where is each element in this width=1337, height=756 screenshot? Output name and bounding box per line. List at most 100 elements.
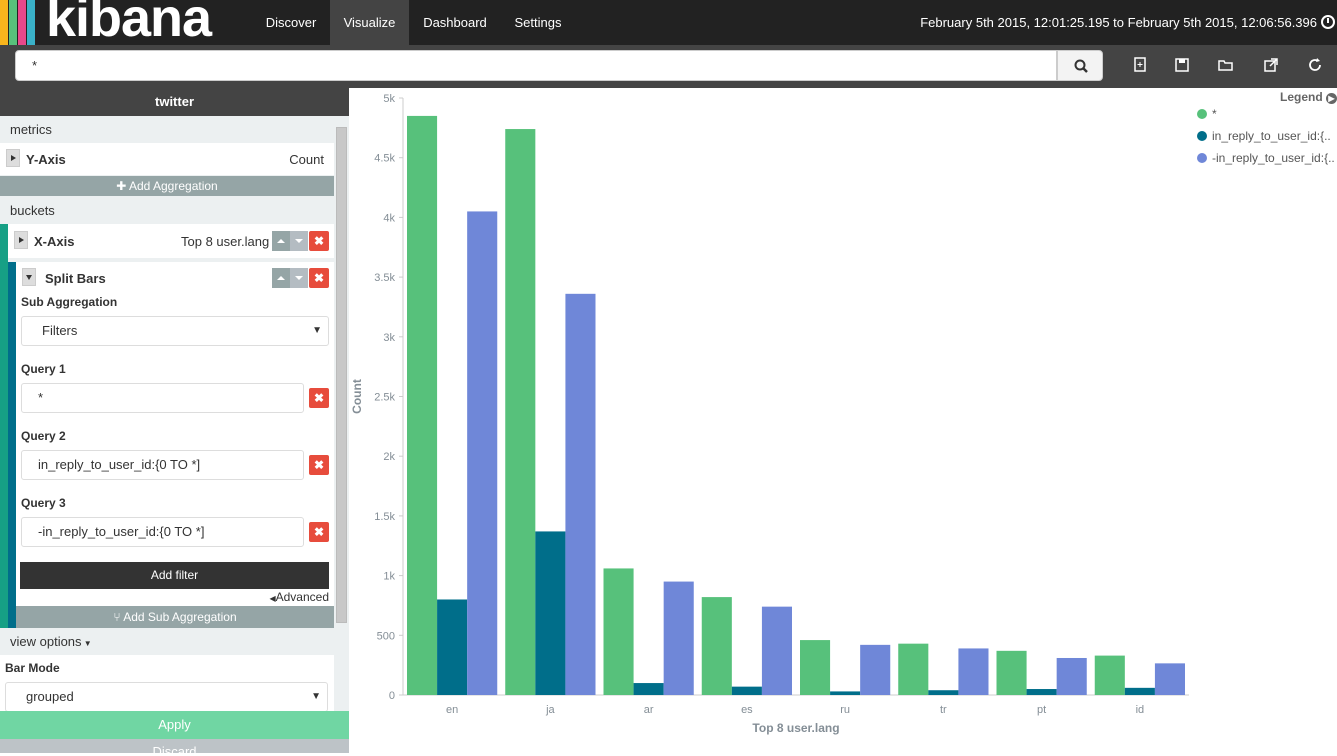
x-axis-title: Top 8 user.lang <box>752 721 839 735</box>
x-axis-row[interactable]: X-Axis Top 8 user.lang ✖ <box>8 224 334 258</box>
metrics-heading: metrics <box>10 122 52 137</box>
x-tick-label: es <box>741 704 753 716</box>
sidebar: twitter metrics Y-Axis Count ✚ Add Aggre… <box>0 88 349 753</box>
bar-mode-label: Bar Mode <box>5 661 60 675</box>
bar <box>1026 689 1057 695</box>
x-tick-label: id <box>1136 704 1145 716</box>
split-bars-panel: Split Bars ✖ Sub Aggregation Filters ▼ Q… <box>16 262 334 606</box>
bar <box>1154 663 1185 695</box>
move-up-button[interactable] <box>272 231 290 251</box>
query-3-label: Query 3 <box>21 496 66 510</box>
search-button[interactable] <box>1057 50 1103 81</box>
open-icon[interactable] <box>1217 56 1235 74</box>
time-range-picker[interactable]: February 5th 2015, 12:01:25.195 to Febru… <box>920 0 1317 45</box>
chevron-right-circle-icon: ▶ <box>1326 93 1337 104</box>
discard-button[interactable]: Discard <box>0 739 349 753</box>
y-tick-label: 5k <box>383 93 395 105</box>
y-tick-label: 1k <box>383 571 395 583</box>
move-up-button[interactable] <box>272 268 290 288</box>
bar <box>1094 655 1125 695</box>
bar <box>633 683 664 695</box>
nav-tab-dashboard[interactable]: Dashboard <box>409 0 501 45</box>
legend-toggle[interactable]: Legend ▶ <box>1280 90 1337 104</box>
kibana-logo-bars <box>0 0 44 45</box>
sidebar-scrollbar[interactable] <box>336 127 347 623</box>
add-sub-aggregation-button[interactable]: ⑂ Add Sub Aggregation <box>16 606 334 628</box>
view-options-toggle[interactable]: view options ▼ <box>10 634 92 649</box>
move-down-button[interactable] <box>290 268 308 288</box>
y-tick-label: 1.5k <box>374 511 395 523</box>
bar-mode-select[interactable]: grouped ▼ <box>5 682 328 712</box>
search-input[interactable]: * <box>15 50 1057 81</box>
y-tick-label: 3.5k <box>374 272 395 284</box>
bar <box>535 531 566 695</box>
kibana-logo[interactable]: kibana <box>46 0 212 49</box>
y-tick-label: 0 <box>389 690 395 702</box>
query-3-input[interactable]: -in_reply_to_user_id:{0 TO *] <box>21 517 304 547</box>
add-aggregation-button[interactable]: ✚ Add Aggregation <box>0 176 334 196</box>
y-tick-label: 4.5k <box>374 153 395 165</box>
legend-item[interactable]: in_reply_to_user_id:{.. <box>1197 129 1337 143</box>
bar <box>467 211 498 695</box>
bar <box>437 599 468 695</box>
x-tick-label: tr <box>940 704 947 716</box>
x-tick-label: ja <box>545 704 555 716</box>
sub-aggregation-select[interactable]: Filters ▼ <box>21 316 329 346</box>
bar <box>830 691 861 695</box>
remove-x-axis-button[interactable]: ✖ <box>309 231 329 251</box>
bar <box>800 640 831 695</box>
remove-query-3-button[interactable]: ✖ <box>309 522 329 542</box>
refresh-icon[interactable] <box>1306 56 1324 74</box>
nav-tab-visualize[interactable]: Visualize <box>330 0 409 45</box>
y-axis-value: Count <box>289 152 324 167</box>
clock-icon[interactable] <box>1321 15 1335 29</box>
query-1-label: Query 1 <box>21 362 66 376</box>
y-axis-label: Y-Axis <box>26 152 66 167</box>
caret-down-icon: ▼ <box>81 639 92 648</box>
bar <box>928 690 959 695</box>
bar <box>565 293 596 695</box>
legend-dot <box>1197 131 1207 141</box>
bar-mode-panel: Bar Mode grouped ▼ <box>0 655 334 712</box>
share-icon[interactable] <box>1262 56 1280 74</box>
bucket-accent-bar <box>0 224 8 628</box>
remove-query-2-button[interactable]: ✖ <box>309 455 329 475</box>
y-tick-label: 4k <box>383 212 395 224</box>
query-2-input[interactable]: in_reply_to_user_id:{0 TO *] <box>21 450 304 480</box>
query-1-input[interactable]: * <box>21 383 304 413</box>
bar <box>407 115 438 695</box>
x-axis-value: Top 8 user.lang <box>181 234 270 249</box>
new-visualization-icon[interactable] <box>1131 56 1149 74</box>
bar <box>860 644 891 695</box>
remove-split-button[interactable]: ✖ <box>309 268 329 288</box>
x-tick-label: ar <box>644 704 654 716</box>
bar-chart: 0 500 1k 1.5k 2k 2.5k 3k 3.5k 4k 4.5k 5k en ja ar es ru… <box>350 93 1189 735</box>
apply-button[interactable]: Apply <box>0 711 349 739</box>
legend-item[interactable]: * <box>1197 107 1337 121</box>
remove-query-1-button[interactable]: ✖ <box>309 388 329 408</box>
advanced-toggle[interactable]: ◀Advanced <box>269 590 329 604</box>
bar <box>761 606 792 695</box>
legend-item[interactable]: -in_reply_to_user_id:{.. <box>1197 151 1337 165</box>
y-axis-row[interactable]: Y-Axis Count <box>0 143 334 175</box>
buckets-heading: buckets <box>10 203 55 218</box>
x-tick-label: ru <box>840 704 850 716</box>
x-tick-label: en <box>446 704 458 716</box>
expand-caret-icon[interactable] <box>14 231 28 249</box>
y-tick-label: 2k <box>383 451 395 463</box>
nav-tab-discover[interactable]: Discover <box>252 0 330 45</box>
add-filter-button[interactable]: Add filter <box>20 562 329 589</box>
nav-tab-settings[interactable]: Settings <box>501 0 575 45</box>
y-tick-label: 3k <box>383 332 395 344</box>
expand-caret-icon[interactable] <box>6 149 20 167</box>
move-down-button[interactable] <box>290 231 308 251</box>
save-icon[interactable] <box>1173 56 1191 74</box>
bar <box>663 581 694 695</box>
search-icon <box>1074 59 1088 73</box>
index-title: twitter <box>0 88 349 116</box>
y-tick-label: 2.5k <box>374 392 395 404</box>
collapse-caret-icon[interactable] <box>22 268 36 286</box>
select-arrow-icon: ▼ <box>312 325 322 336</box>
split-accent-bar <box>8 262 16 628</box>
bar <box>1056 657 1087 695</box>
